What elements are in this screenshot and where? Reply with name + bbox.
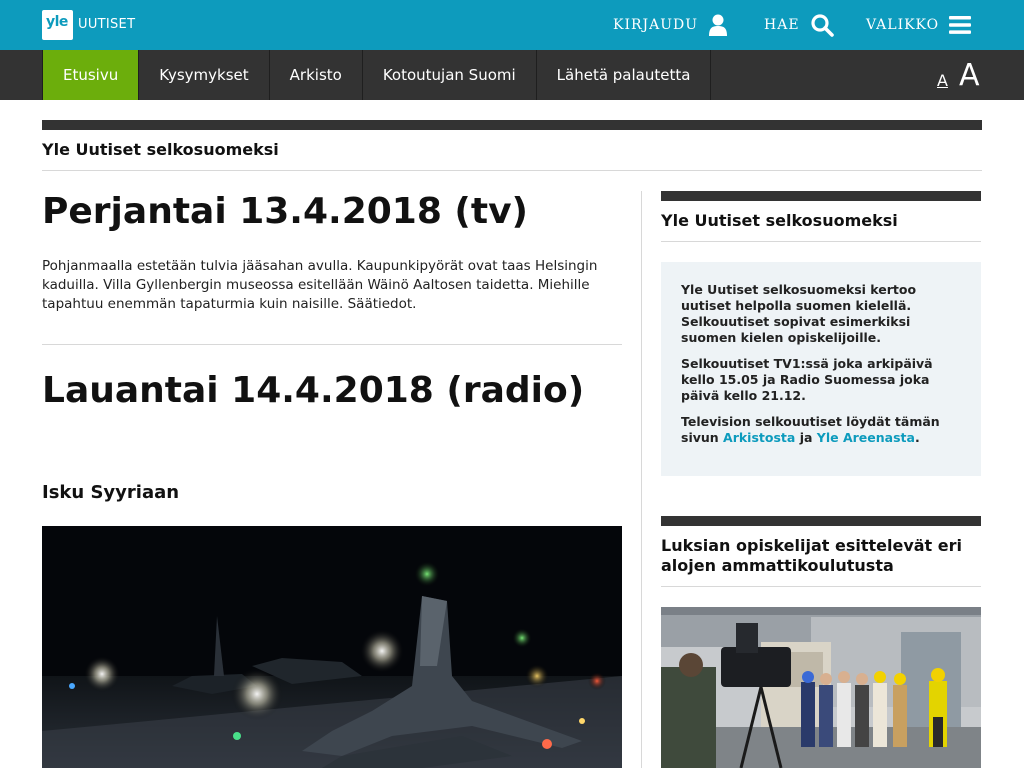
nav-item-laheta-palautetta[interactable]: Lähetä palautetta <box>537 50 712 100</box>
top-header: yle UUTISET KIRJAUDU HAE VALIKKO <box>0 0 1024 50</box>
login-button[interactable]: KIRJAUDU <box>613 0 728 50</box>
sidebar-article-title[interactable]: Luksian opiskelijat esittelevät eri aloj… <box>661 536 981 576</box>
font-size-small-button[interactable]: A <box>937 71 948 90</box>
user-icon <box>709 14 728 36</box>
section-title[interactable]: Yle Uutiset selkosuomeksi <box>42 140 279 159</box>
main-divider <box>42 344 622 345</box>
jet-photo <box>42 526 622 768</box>
search-icon <box>810 14 834 37</box>
search-button[interactable]: HAE <box>764 0 834 50</box>
sidebar-article-divider <box>661 586 981 587</box>
main-nav: Etusivu Kysymykset Arkisto Kotoutujan Su… <box>0 50 1024 100</box>
areena-link[interactable]: Yle Areenasta <box>817 430 915 445</box>
login-label: KIRJAUDU <box>613 17 699 33</box>
logo-mark: yle <box>46 14 68 30</box>
nav-item-etusivu[interactable]: Etusivu <box>42 50 140 100</box>
friday-description: Pohjanmaalla estetään tulvia jääsahan av… <box>42 258 598 312</box>
sidebar-article-bar <box>661 516 981 526</box>
sidebar-bar <box>661 191 981 201</box>
nav-item-arkisto[interactable]: Arkisto <box>270 50 363 100</box>
sidebar-article-image[interactable] <box>661 607 981 768</box>
section-divider <box>42 170 982 171</box>
font-size-large-button[interactable]: A <box>959 58 980 93</box>
info-text-end: . <box>914 430 920 445</box>
menu-label: VALIKKO <box>866 17 940 33</box>
sidebar-title: Yle Uutiset selkosuomeksi <box>661 211 898 230</box>
column-divider <box>641 191 642 768</box>
story-heading[interactable]: Isku Syyriaan <box>42 482 179 503</box>
students-photo <box>661 607 981 768</box>
section-bar <box>42 120 982 130</box>
nav-items: Etusivu Kysymykset Arkisto Kotoutujan Su… <box>42 50 712 100</box>
info-box: Yle Uutiset selkosuomeksi kertoo uutiset… <box>661 262 981 476</box>
yle-logo[interactable]: yle <box>42 10 73 40</box>
info-paragraph-archive: Television selkouutiset löydät tämän siv… <box>681 414 961 446</box>
info-paragraph-intro: Yle Uutiset selkosuomeksi kertoo uutiset… <box>681 282 917 345</box>
nav-item-kotoutujan-suomi[interactable]: Kotoutujan Suomi <box>363 50 537 100</box>
info-paragraph-schedule: Selkouutiset TV1:ssä joka arkipäivä kell… <box>681 356 933 403</box>
nav-item-kysymykset[interactable]: Kysymykset <box>139 50 270 100</box>
info-text-and: ja <box>799 430 813 445</box>
saturday-heading[interactable]: Lauantai 14.4.2018 (radio) <box>42 370 584 411</box>
archive-link[interactable]: Arkistosta <box>723 430 795 445</box>
menu-button[interactable]: VALIKKO <box>866 0 972 50</box>
story-image[interactable] <box>42 526 622 768</box>
search-label: HAE <box>764 17 800 33</box>
sidebar-divider <box>661 241 981 242</box>
logo-text[interactable]: UUTISET <box>78 17 135 32</box>
hamburger-icon <box>949 16 972 34</box>
friday-heading[interactable]: Perjantai 13.4.2018 (tv) <box>42 191 528 232</box>
